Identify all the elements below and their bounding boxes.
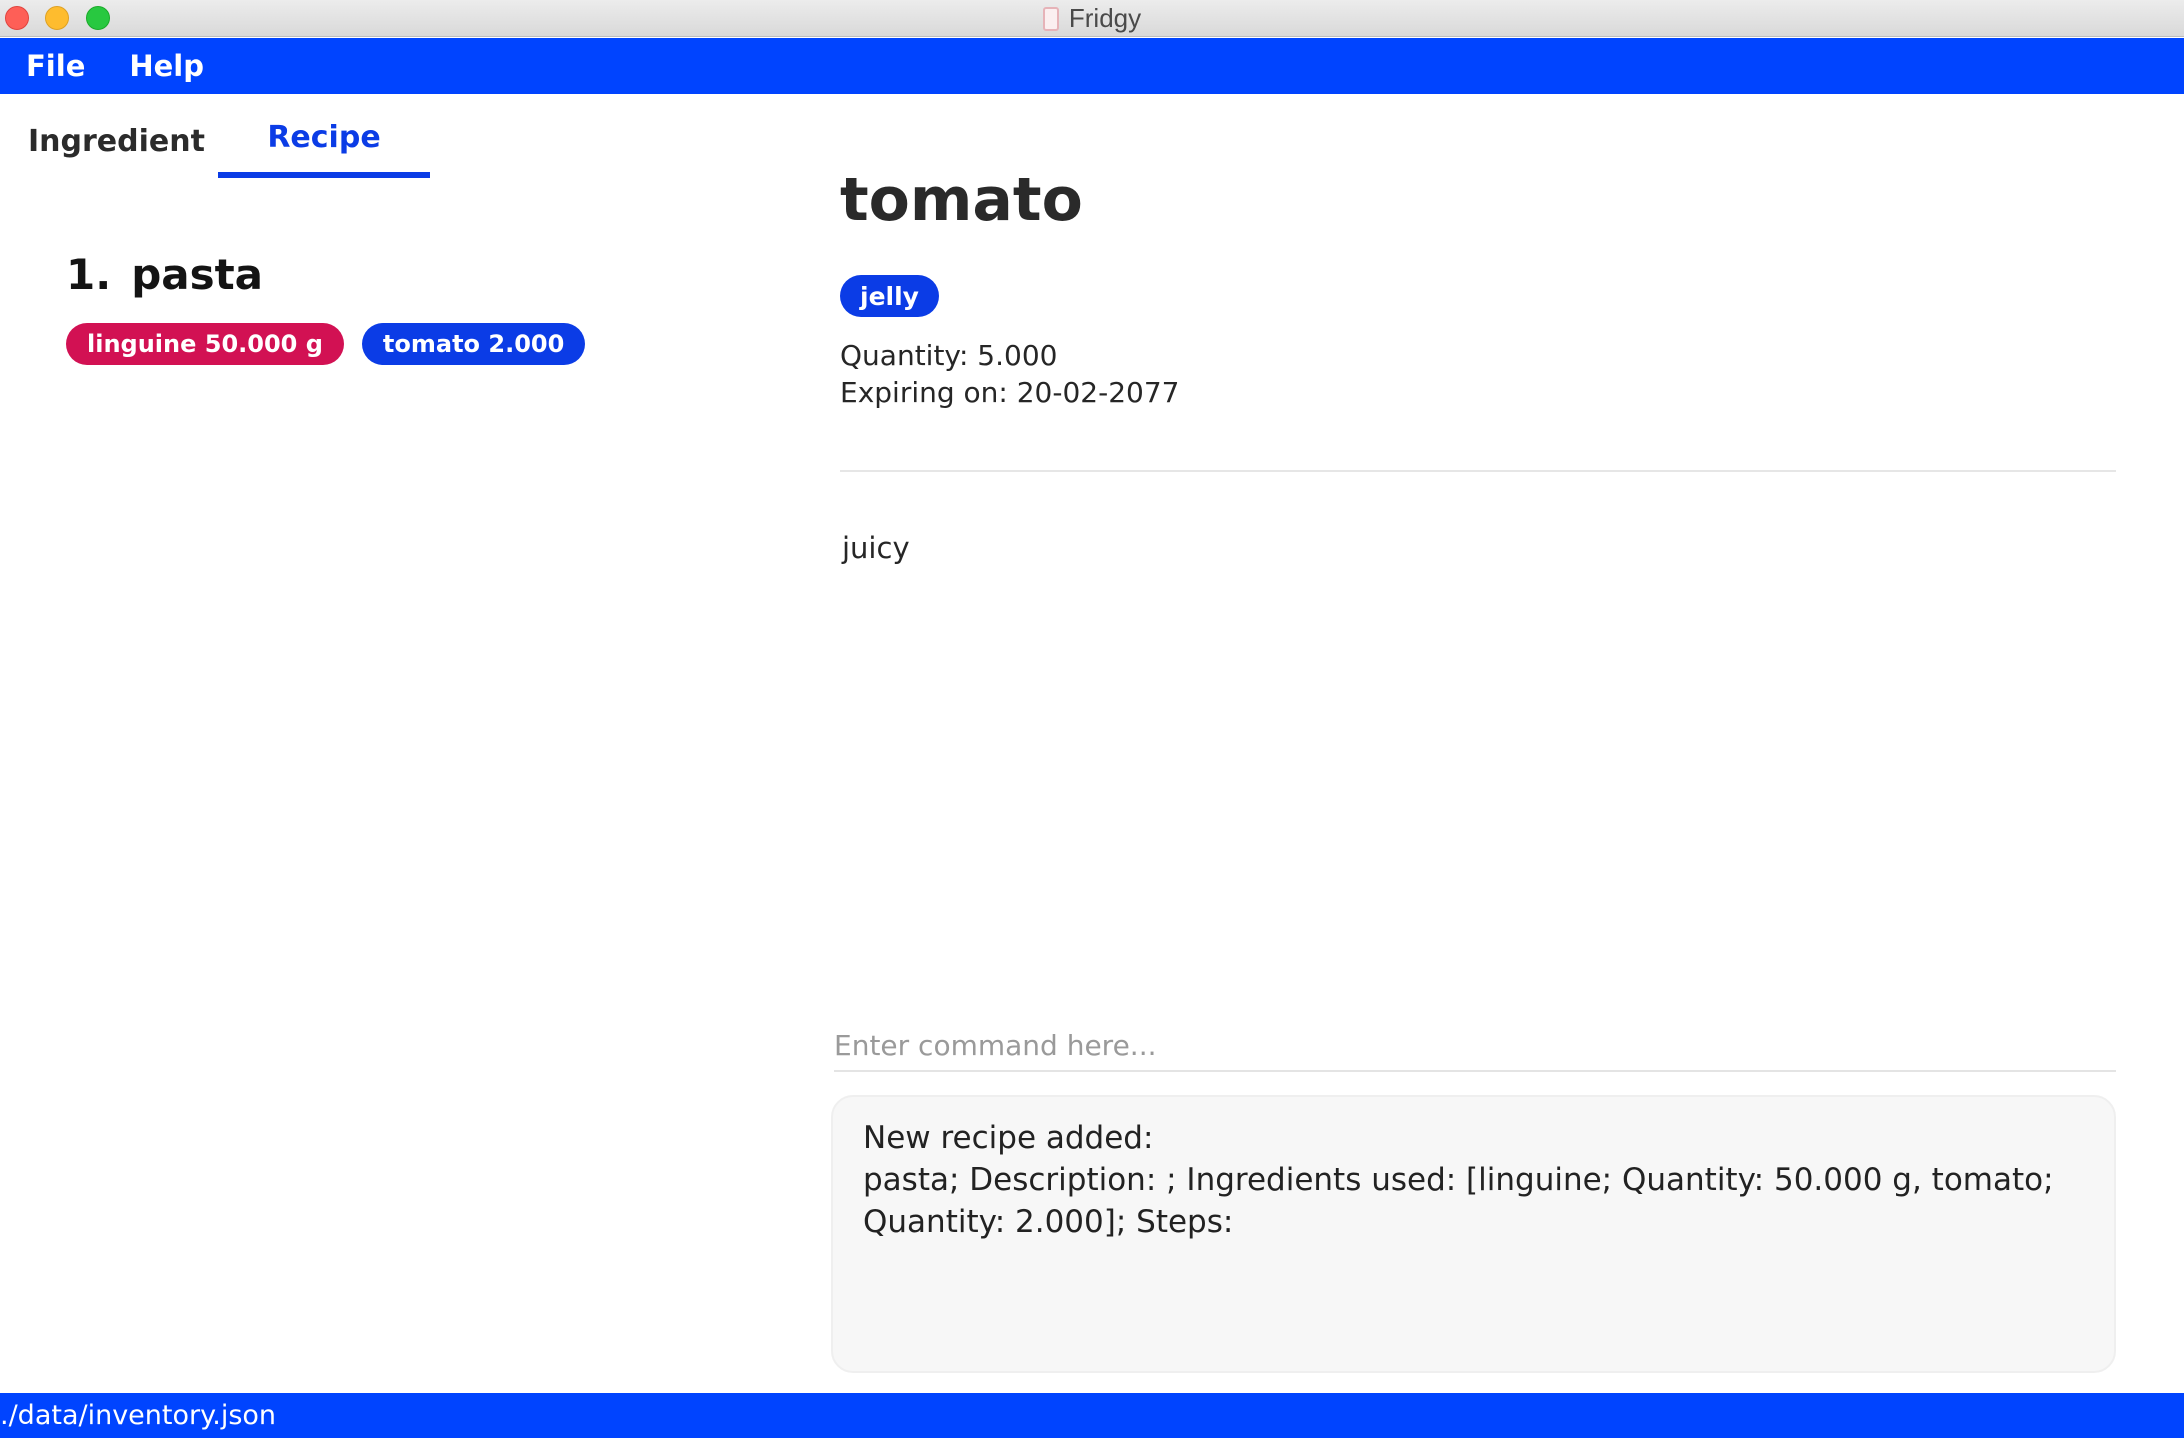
command-input[interactable] xyxy=(834,1020,2116,1072)
menu-help[interactable]: Help xyxy=(129,49,204,83)
list-item[interactable]: 1. pasta linguine 50.000 g tomato 2.000 xyxy=(66,250,766,365)
window-title: Fridgy xyxy=(1068,3,1142,33)
recipe-name: pasta xyxy=(131,250,264,299)
storage-path: ./data/inventory.json xyxy=(0,1400,277,1431)
quantity-text: Quantity: 5.000 xyxy=(840,339,1058,372)
recipe-name-row: 1. pasta xyxy=(66,250,766,299)
detail-panel: tomato jelly Quantity: 5.000 Expiring on… xyxy=(840,165,2116,565)
description-text: juicy xyxy=(842,531,910,565)
expiry-text: Expiring on: 20-02-2077 xyxy=(840,376,1180,409)
recipe-list: 1. pasta linguine 50.000 g tomato 2.000 xyxy=(66,250,766,365)
detail-meta: Quantity: 5.000 Expiring on: 20-02-2077 xyxy=(840,337,2116,411)
recipe-index: 1. xyxy=(66,250,112,299)
detail-title: tomato xyxy=(840,165,1083,235)
window-title-group: Fridgy xyxy=(0,0,2184,37)
result-display: New recipe added: pasta; Description: ; … xyxy=(831,1095,2116,1373)
tag-badge: jelly xyxy=(840,275,939,317)
title-bar: Fridgy xyxy=(0,0,2184,37)
ingredient-chip: tomato 2.000 xyxy=(361,323,586,365)
divider xyxy=(840,470,2116,472)
tab-recipe[interactable]: Recipe xyxy=(218,120,430,178)
ingredient-chip: linguine 50.000 g xyxy=(66,323,344,365)
ingredient-chips: linguine 50.000 g tomato 2.000 xyxy=(66,323,766,365)
status-bar: ./data/inventory.json xyxy=(0,1393,2184,1438)
fridge-icon xyxy=(1042,6,1059,31)
tab-ingredient[interactable]: Ingredient xyxy=(28,124,208,159)
menu-file[interactable]: File xyxy=(26,49,85,83)
menu-bar: File Help xyxy=(0,38,2184,94)
